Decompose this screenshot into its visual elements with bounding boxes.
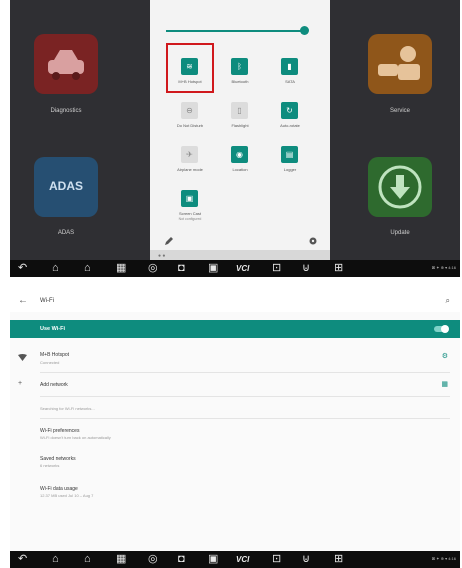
rotate-icon: ↻ <box>281 102 298 119</box>
vci-icon[interactable]: VCI <box>236 553 249 566</box>
tpms-icon[interactable]: ⊍ <box>302 553 310 566</box>
qr-scan-icon[interactable]: ▦ <box>441 380 448 388</box>
camera-icon[interactable]: ◘ <box>178 262 185 275</box>
cast-icon: ▣ <box>181 190 198 207</box>
location-icon: ◉ <box>231 146 248 163</box>
settings-gear-icon[interactable] <box>308 236 318 246</box>
status-bar-time: ⊠ ✦ ⊕ ▾ 4:16 <box>431 556 456 561</box>
browser-icon[interactable]: ◎ <box>148 262 158 275</box>
use-wifi-label: Use Wi-Fi <box>40 326 66 332</box>
search-icon[interactable]: ⌕ <box>446 296 450 306</box>
network-name[interactable]: M+B Hotspot <box>40 352 69 358</box>
recents-icon[interactable]: ▦ <box>116 553 126 566</box>
update-app-icon[interactable] <box>368 157 432 217</box>
back-icon[interactable]: ↶ <box>18 553 27 566</box>
app-label: Update <box>390 230 410 236</box>
status-bar-time: ⊠ ✦ ⊕ ▾ 4:16 <box>431 265 456 270</box>
quick-settings-panel: ≋ M+B Hotspot ᛒ Bluetooth ▮ SATA ⊖ Do No… <box>150 0 330 262</box>
adas-app-icon[interactable]: ADAS <box>34 157 98 217</box>
car-nav-icon[interactable]: ⊡ <box>272 553 281 566</box>
house-icon[interactable]: ⌂ <box>84 262 91 275</box>
screen-record-icon[interactable]: ▣ <box>208 553 218 566</box>
network-status: Connected <box>40 360 60 365</box>
app-label: ADAS <box>57 230 75 236</box>
wifi-signal-icon <box>18 354 27 361</box>
system-nav-bar: ↶ ⌂ ⌂ ▦ ◎ ◘ ▣ VCI ⊡ ⊍ ⊞ ⊠ ✦ ⊕ ▾ 4:16 <box>10 551 460 568</box>
data-usage-sub: 12.37 MB used Jul 10 – Aug 7 <box>40 493 94 498</box>
searching-text: Searching for Wi-Fi networks... <box>40 406 95 411</box>
service-app-icon[interactable] <box>368 34 432 94</box>
airplane-icon: ✈ <box>181 146 198 163</box>
divider <box>40 372 450 373</box>
bluetooth-icon: ᛒ <box>231 58 248 75</box>
qs-bottom-bar <box>150 228 330 250</box>
network-icon[interactable]: ⊞ <box>334 262 343 275</box>
wifi-header: ← Wi-Fi ⌕ <box>10 292 460 312</box>
app-label: Diagnostics <box>50 108 82 114</box>
adas-text: ADAS <box>48 179 83 193</box>
saved-networks-sub: 6 networks <box>40 463 60 468</box>
qs-tile-label: SATA <box>285 79 295 84</box>
page-title: Wi-Fi <box>40 298 54 304</box>
add-network-label[interactable]: Add network <box>40 382 68 388</box>
qs-tile-logger[interactable]: ▤ Logger <box>250 138 330 188</box>
car-nav-icon[interactable]: ⊡ <box>272 262 281 275</box>
wifi-preferences-title[interactable]: Wi-Fi preferences <box>40 428 79 434</box>
brightness-slider-handle[interactable] <box>300 26 309 35</box>
data-usage-title[interactable]: Wi-Fi data usage <box>40 486 78 492</box>
wifi-toggle[interactable] <box>434 325 449 333</box>
flashlight-icon: ▯ <box>231 102 248 119</box>
network-icon[interactable]: ⊞ <box>334 553 343 566</box>
qs-tile-label: Logger <box>283 167 297 172</box>
use-wifi-bar[interactable]: Use Wi-Fi <box>10 320 460 338</box>
app-label: Service <box>389 108 410 114</box>
edit-icon[interactable] <box>164 236 174 246</box>
back-arrow-icon[interactable]: ← <box>18 295 28 306</box>
qs-tile-label: Auto-rotate <box>280 123 300 128</box>
system-nav-bar: ↶ ⌂ ⌂ ▦ ◎ ◘ ▣ VCI ⊡ ⊍ ⊞ ⊠ ✦ ⊕ ▾ 4:16 <box>10 260 460 277</box>
brightness-slider-track[interactable] <box>166 30 304 32</box>
qs-dots: ● ● <box>158 253 166 259</box>
mechanic-icon <box>378 46 420 80</box>
hotspot-highlight-box <box>166 43 214 93</box>
logger-icon: ▤ <box>281 146 298 163</box>
add-icon: + <box>18 380 23 387</box>
home-icon[interactable]: ⌂ <box>52 262 59 275</box>
toggle-knob <box>441 325 449 333</box>
car-icon <box>48 50 84 80</box>
camera-icon[interactable]: ◘ <box>178 553 185 566</box>
storage-icon: ▮ <box>281 58 298 75</box>
network-settings-gear-icon[interactable]: ⚙ <box>442 352 448 360</box>
tpms-icon[interactable]: ⊍ <box>302 262 310 275</box>
diagnostics-app-icon[interactable] <box>34 34 98 94</box>
qs-tile-auto-rotate[interactable]: ↻ Auto-rotate <box>250 94 330 144</box>
dnd-icon: ⊖ <box>181 102 198 119</box>
vci-icon[interactable]: VCI <box>236 262 249 275</box>
house-icon[interactable]: ⌂ <box>84 553 91 566</box>
saved-networks-title[interactable]: Saved networks <box>40 456 76 462</box>
divider <box>40 418 450 419</box>
home-screen-screenshot: Diagnostics Service ADAS ADAS Update ≋ M… <box>10 0 460 277</box>
qs-tile-screen-cast[interactable]: ▣ Screen Cast Not configured <box>150 182 230 232</box>
home-icon[interactable]: ⌂ <box>52 553 59 566</box>
screen-record-icon[interactable]: ▣ <box>208 262 218 275</box>
qs-tile-label: Screen Cast <box>178 211 201 216</box>
divider <box>40 396 450 397</box>
qs-tile-sata[interactable]: ▮ SATA <box>250 50 330 100</box>
wifi-settings-screenshot: ← Wi-Fi ⌕ Use Wi-Fi M+B Hotspot Connecte… <box>10 292 460 568</box>
recents-icon[interactable]: ▦ <box>116 262 126 275</box>
back-icon[interactable]: ↶ <box>18 262 27 275</box>
wifi-preferences-sub: Wi-Fi doesn't turn back on automatically <box>40 435 111 440</box>
qs-tile-sublabel: Not configured <box>178 217 202 221</box>
browser-icon[interactable]: ◎ <box>148 553 158 566</box>
download-icon <box>378 165 422 209</box>
